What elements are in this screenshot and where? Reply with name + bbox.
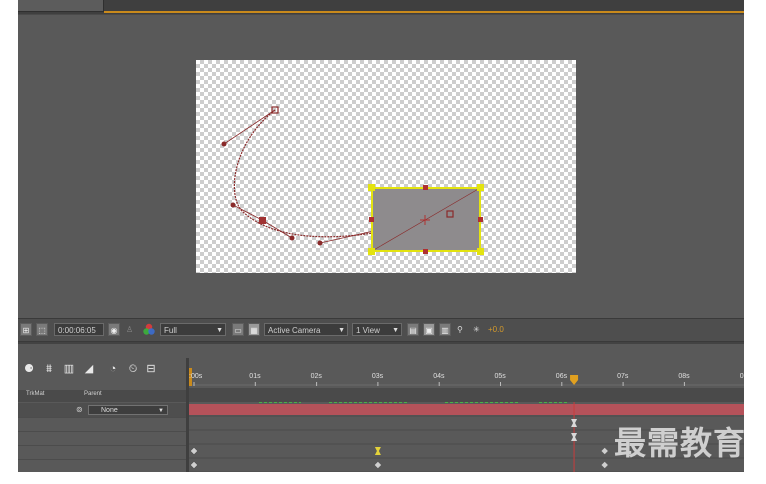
camera-snapshot-icon[interactable]: ◉ bbox=[108, 323, 120, 336]
camera-dropdown[interactable]: Active Camera ▼ bbox=[264, 323, 348, 336]
after-effects-window: ⊞ ⬚ 0:00:06:05 ◉ ♙ Full ▼ ▭ ▦ Active Cam… bbox=[18, 0, 744, 472]
keyframe-diamond-icon[interactable] bbox=[600, 447, 609, 455]
parent-dropdown[interactable]: ⊚ None ▼ bbox=[76, 405, 168, 415]
toggle-pixel-aspect-icon[interactable]: ▤ bbox=[407, 323, 419, 336]
ruler-tick-label: 01s bbox=[249, 373, 261, 380]
property-row[interactable] bbox=[18, 459, 186, 472]
bezier-handle[interactable] bbox=[261, 219, 293, 239]
layer-handle[interactable] bbox=[369, 217, 374, 222]
handle-point[interactable] bbox=[289, 235, 295, 241]
fast-previews-icon[interactable]: ▭ bbox=[232, 323, 244, 336]
keyframe-hold-icon[interactable] bbox=[571, 419, 578, 427]
keyframe-marker[interactable] bbox=[259, 217, 266, 224]
keyframe-hold-icon[interactable] bbox=[374, 447, 381, 455]
layer-handle[interactable] bbox=[423, 249, 428, 254]
show-snapshot-icon[interactable]: ♙ bbox=[126, 323, 136, 336]
ruler-tick-label: 0 bbox=[740, 373, 744, 380]
bezier-handle[interactable] bbox=[232, 204, 263, 221]
resolution-dropdown[interactable]: Full ▼ bbox=[160, 323, 226, 336]
property-row[interactable] bbox=[18, 431, 186, 446]
chevron-down-icon: ▼ bbox=[338, 327, 345, 334]
chevron-down-icon: ▼ bbox=[392, 327, 399, 334]
keyframe-hold-icon[interactable] bbox=[571, 433, 578, 441]
composition-viewer[interactable] bbox=[18, 14, 744, 319]
panel-tab-bar bbox=[18, 0, 744, 14]
rgb-channels-icon bbox=[143, 323, 155, 335]
comp-mini-flowchart-icon[interactable]: ⚈ bbox=[22, 362, 36, 376]
ruler-tick-label: 06s bbox=[556, 373, 568, 380]
transparency-grid-icon[interactable]: ▦ bbox=[248, 323, 260, 336]
layer-handle[interactable] bbox=[423, 185, 428, 190]
active-panel-highlight bbox=[104, 11, 744, 13]
motion-path-overlay[interactable] bbox=[196, 60, 576, 273]
shy-layers-icon[interactable]: ⩩ bbox=[42, 362, 56, 376]
layer-handle[interactable] bbox=[368, 248, 375, 255]
exposure-icon[interactable]: ✳ bbox=[473, 323, 485, 336]
fast-render-icon[interactable]: ▣ bbox=[423, 323, 435, 336]
timecode-display[interactable]: 0:00:06:05 bbox=[54, 323, 104, 336]
chevron-down-icon: ▼ bbox=[216, 327, 223, 334]
playhead-icon[interactable] bbox=[570, 375, 579, 385]
ruler-tick-label: :00s bbox=[189, 373, 203, 380]
view-layout-value: 1 View bbox=[356, 326, 380, 335]
chevron-down-icon: ▼ bbox=[158, 408, 164, 414]
pick-whip-icon[interactable]: ⊚ bbox=[76, 405, 83, 415]
handle-point[interactable] bbox=[317, 240, 323, 246]
region-of-interest-icon[interactable]: ⬚ bbox=[36, 323, 48, 336]
layer-handle[interactable] bbox=[368, 184, 375, 191]
column-header: TrkMat Parent bbox=[18, 390, 186, 402]
layer-duration-bar[interactable] bbox=[189, 404, 744, 415]
ruler-tick-label: 07s bbox=[617, 373, 629, 380]
draft-3d-icon[interactable]: ⊟ bbox=[144, 362, 158, 376]
trkmat-column-label: TrkMat bbox=[26, 391, 45, 397]
bezier-handle[interactable] bbox=[223, 109, 276, 145]
composition-canvas[interactable] bbox=[196, 60, 576, 273]
parent-value: None bbox=[101, 407, 118, 414]
keyframe-diamond-icon[interactable] bbox=[600, 461, 609, 469]
frame-blending-icon[interactable]: ▥ bbox=[62, 362, 76, 376]
time-ruler-graphic: :00s 01s 02s 03s 04s 05s 06s 07s 08s 0 bbox=[189, 368, 744, 386]
keyframe-diamond-icon[interactable] bbox=[190, 461, 198, 469]
flowchart-icon[interactable]: ⚲ bbox=[457, 323, 469, 336]
layer-handle[interactable] bbox=[477, 184, 484, 191]
channel-icon[interactable] bbox=[142, 323, 156, 336]
handle-point[interactable] bbox=[221, 141, 227, 147]
motion-blur-icon[interactable]: ◢ bbox=[82, 362, 96, 376]
resolution-value: Full bbox=[164, 326, 177, 335]
work-area-bar[interactable] bbox=[189, 388, 744, 402]
keyframe-diamond-icon[interactable] bbox=[190, 447, 198, 455]
keyframe-diamond-icon[interactable] bbox=[374, 461, 382, 469]
ruler-tick-label: 02s bbox=[311, 373, 323, 380]
property-row[interactable] bbox=[18, 417, 186, 432]
viewer-controls-bar: ⊞ ⬚ 0:00:06:05 ◉ ♙ Full ▼ ▭ ▦ Active Cam… bbox=[18, 318, 744, 342]
composition-tab[interactable] bbox=[18, 0, 104, 12]
exposure-value[interactable]: +0.0 bbox=[488, 323, 504, 336]
layer-handle[interactable] bbox=[477, 248, 484, 255]
property-row[interactable] bbox=[18, 445, 186, 460]
ruler-tick-label: 03s bbox=[372, 373, 384, 380]
parent-column-label: Parent bbox=[84, 391, 102, 397]
view-layout-dropdown[interactable]: 1 View ▼ bbox=[352, 323, 402, 336]
timeline-toolbar: ⚈ ⩩ ▥ ◢ ◔ ⏲ ⊟ bbox=[18, 358, 186, 380]
grid-icon[interactable]: ⊞ bbox=[20, 323, 32, 336]
brainstorm-icon[interactable]: ◔ bbox=[106, 362, 120, 376]
watermark-text: 最需教育 bbox=[614, 424, 747, 462]
camera-value: Active Camera bbox=[268, 326, 321, 335]
ruler-tick-label: 05s bbox=[495, 373, 507, 380]
layer-row[interactable]: ⊚ None ▼ bbox=[18, 403, 186, 417]
ruler-tick-label: 04s bbox=[433, 373, 445, 380]
graph-editor-icon[interactable]: ⏲ bbox=[126, 362, 140, 376]
ruler-tick-label: 08s bbox=[678, 373, 690, 380]
timeline-icon[interactable]: ▥ bbox=[439, 323, 451, 336]
layer-handle[interactable] bbox=[478, 217, 483, 222]
handle-point[interactable] bbox=[230, 202, 236, 208]
time-ruler[interactable]: :00s 01s 02s 03s 04s 05s 06s 07s 08s 0 bbox=[189, 358, 744, 388]
